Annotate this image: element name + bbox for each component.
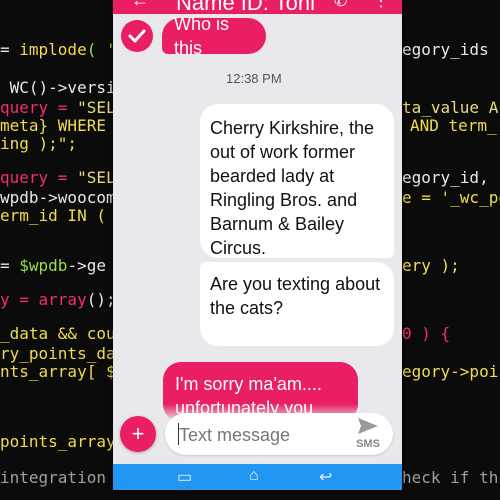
message-bubble-incoming[interactable]: Who is this (162, 14, 266, 58)
code-line: erm_id IN ( (0, 206, 106, 225)
checkmark-icon (128, 29, 146, 43)
recent-apps-icon[interactable]: ▭ (177, 467, 192, 487)
message-text: Who is this (174, 14, 230, 58)
code-line: points_array (0, 432, 116, 451)
message-composer: SMS (165, 413, 393, 455)
code-line: ing );"; (0, 134, 78, 153)
code-line: = $wpdb->ge ery ); (0, 256, 460, 275)
message-text: Cherry Kirkshire, the out of work former… (210, 118, 375, 258)
back-icon[interactable]: ↩ (319, 467, 332, 487)
contact-avatar[interactable] (121, 20, 153, 52)
code-line: y = array(); (0, 290, 116, 309)
home-icon[interactable]: ⌂ (249, 467, 259, 485)
message-bubble-outgoing[interactable]: Are you texting about the cats? (200, 262, 394, 346)
message-input[interactable] (177, 421, 341, 449)
code-line: = implode( ' egory_ids ) (0, 40, 500, 59)
back-arrow-icon[interactable]: ← (131, 0, 149, 11)
send-sms-button[interactable]: SMS (348, 417, 388, 451)
more-options-icon[interactable]: ⋮ (373, 0, 389, 11)
send-label: SMS (356, 438, 380, 450)
message-bubble-outgoing[interactable]: Cherry Kirkshire, the out of work former… (200, 104, 394, 258)
add-attachment-button[interactable]: + (120, 416, 156, 452)
code-line: integration heck if th (0, 468, 499, 487)
send-icon (358, 418, 378, 434)
conversation-header: ← Name ID: Toni ✆ ⋮ (113, 0, 402, 14)
system-navigation-bar: ▭ ⌂ ↩ (113, 464, 402, 490)
phone-screen: ← Name ID: Toni ✆ ⋮ Who is this 12:38 PM… (113, 0, 402, 490)
message-text: Are you texting about the cats? (210, 274, 381, 318)
message-timestamp: 12:38 PM (226, 71, 282, 86)
code-line: nts_array[ $ egory->poi (0, 362, 499, 381)
phone-call-icon[interactable]: ✆ (334, 0, 347, 11)
